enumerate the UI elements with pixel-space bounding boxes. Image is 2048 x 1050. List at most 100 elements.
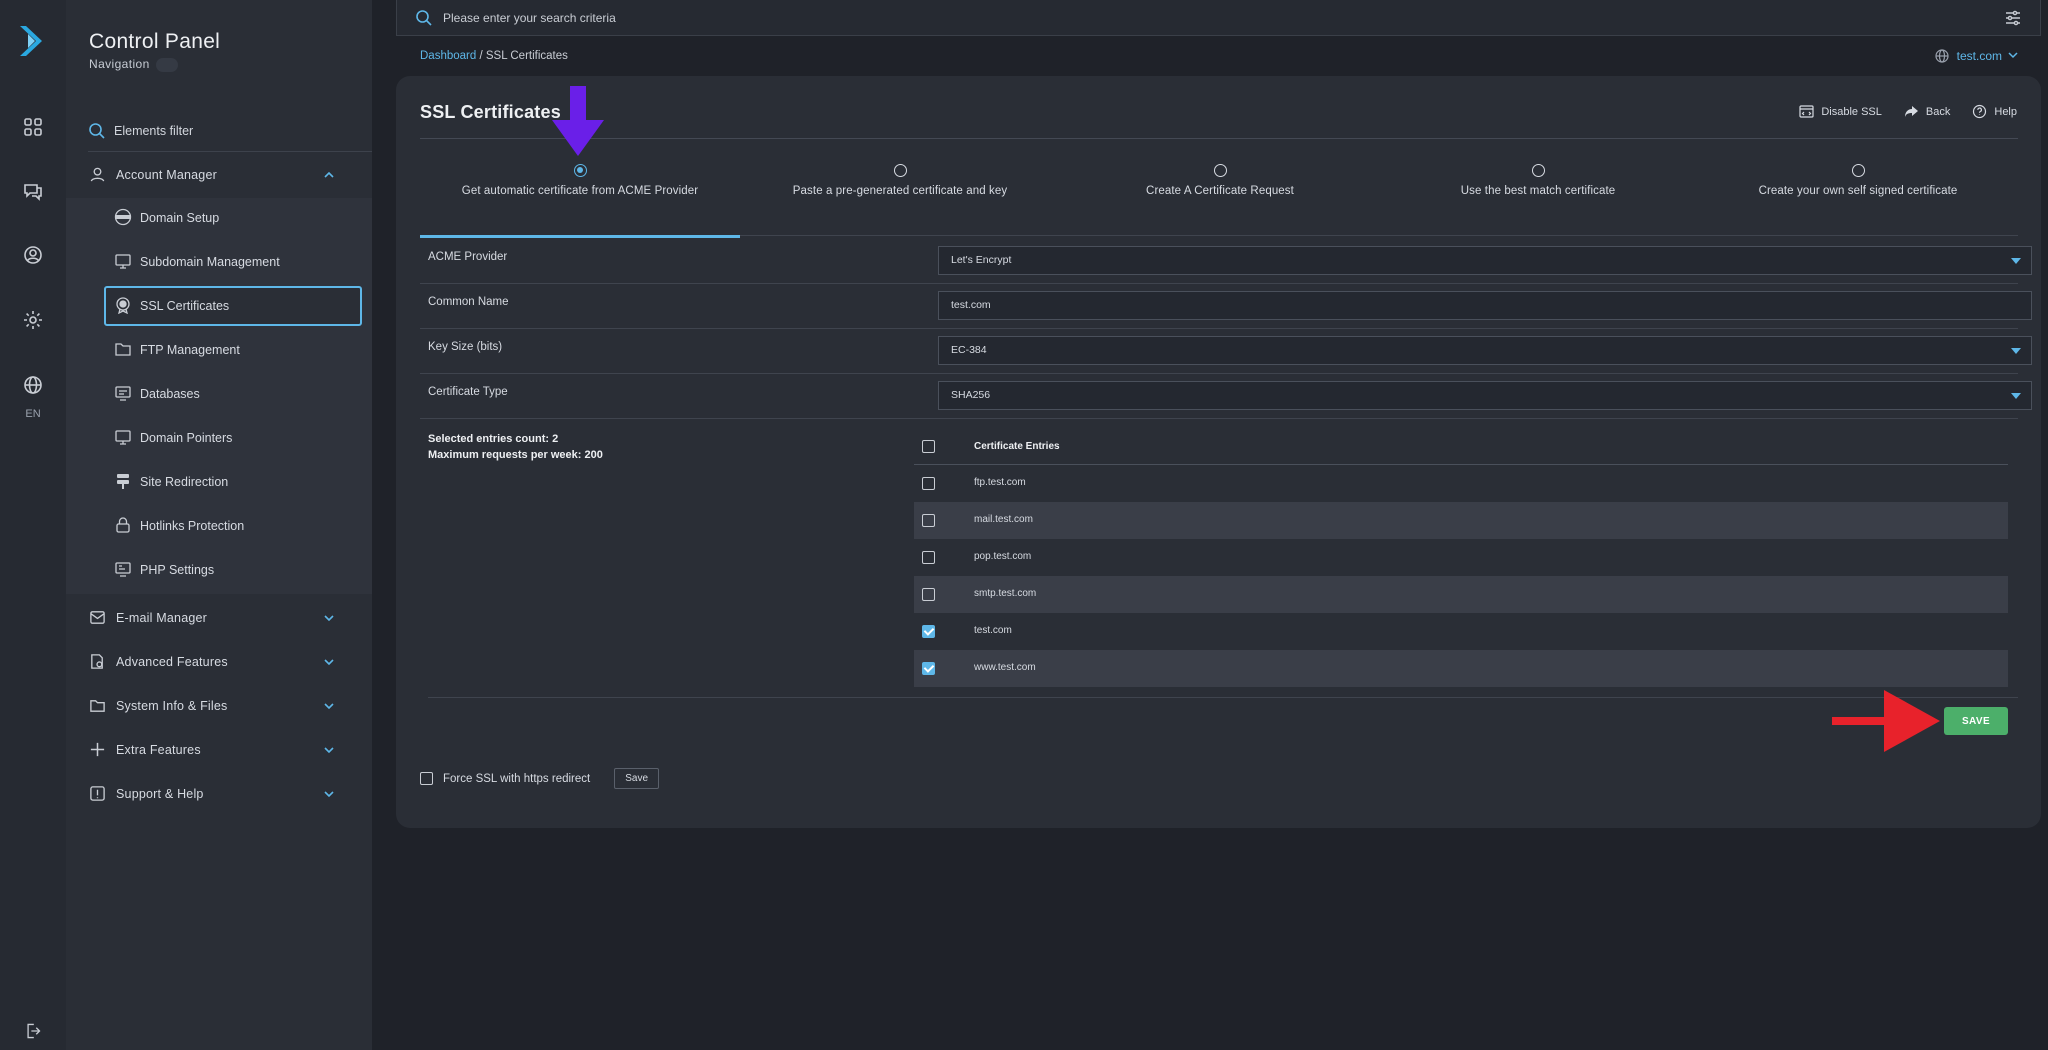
sidebar-item-site-redirection[interactable]: Site Redirection [104, 462, 362, 502]
sidebar-item-label: Subdomain Management [140, 255, 280, 269]
elements-filter[interactable]: Elements filter [88, 120, 372, 152]
tab-paste-certificate[interactable]: Paste a pre-generated certificate and ke… [740, 164, 1060, 236]
page-title: SSL Certificates [420, 102, 561, 122]
key-size-select[interactable]: EC-384 [938, 336, 2032, 365]
tab-label: Create A Certificate Request [1146, 185, 1294, 197]
globe-icon[interactable] [22, 374, 44, 396]
breadcrumb-current: SSL Certificates [485, 50, 568, 62]
logout-icon[interactable] [24, 1022, 42, 1040]
mail-icon [90, 611, 105, 624]
help-button[interactable]: Help [1972, 104, 2017, 119]
sidebar-item-ssl-certificates[interactable]: SSL Certificates [104, 286, 362, 326]
common-name-label: Common Name [428, 296, 509, 308]
sidebar-group-extra-features[interactable]: Extra Features [66, 728, 372, 772]
table-row: smtp.test.com [914, 576, 2008, 613]
navigation-pin-icon[interactable] [155, 57, 178, 72]
dropdown-caret-icon [2011, 258, 2021, 264]
disable-ssl-button[interactable]: Disable SSL [1799, 104, 1882, 119]
key-size-row: Key Size (bits) EC-384 [420, 329, 2032, 374]
sidebar-item-hotlinks-protection[interactable]: Hotlinks Protection [104, 506, 362, 546]
tab-radio[interactable] [1851, 164, 1865, 177]
entry-checkbox[interactable] [922, 551, 935, 564]
sidebar-group-support-help[interactable]: Support & Help [66, 772, 372, 816]
sidebar-item-databases[interactable]: Databases [104, 374, 362, 414]
back-button[interactable]: Back [1904, 104, 1950, 119]
www-globe-icon [114, 208, 132, 226]
certificate-type-row: Certificate Type SHA256 [420, 374, 2032, 419]
table-row: mail.test.com [914, 502, 2008, 539]
navigation-text: Navigation [89, 57, 150, 71]
filter-sliders-icon[interactable] [2004, 9, 2022, 27]
select-all-checkbox[interactable] [922, 440, 935, 453]
common-name-input[interactable]: test.com [938, 291, 2032, 320]
certificate-icon [116, 297, 130, 314]
document-gear-icon [91, 654, 103, 669]
sidebar-item-domain-setup[interactable]: Domain Setup [104, 198, 362, 238]
certificate-method-tabs: Get automatic certificate from ACME Prov… [420, 164, 2018, 238]
domain-selector[interactable]: test.com [1935, 49, 2018, 63]
save-button[interactable]: SAVE [1944, 707, 2008, 735]
key-size-value: EC-384 [951, 344, 987, 356]
icon-rail: EN [0, 0, 66, 1050]
entry-checkbox[interactable] [922, 514, 935, 527]
chevron-down-icon [2008, 52, 2018, 59]
sidebar-group-label: System Info & Files [116, 699, 228, 713]
sidebar-group-account-manager[interactable]: Account Manager [66, 153, 372, 197]
sidebar-item-subdomain-management[interactable]: Subdomain Management [104, 242, 362, 282]
sidebar-group-label: Extra Features [116, 743, 201, 757]
sidebar-group-label: Advanced Features [116, 655, 228, 669]
tab-radio[interactable] [1213, 164, 1227, 177]
force-ssl-save-button[interactable]: Save [614, 768, 660, 789]
tab-certificate-request[interactable]: Create A Certificate Request [1060, 164, 1380, 236]
tab-radio[interactable] [893, 164, 907, 177]
entry-checkbox[interactable] [922, 662, 935, 675]
tab-best-match[interactable]: Use the best match certificate [1378, 164, 1698, 236]
chevron-down-icon [324, 615, 334, 622]
breadcrumb-separator: / [476, 50, 486, 62]
acme-provider-row: ACME Provider Let's Encrypt [420, 239, 2032, 284]
sidebar-group-email-manager[interactable]: E-mail Manager [66, 596, 372, 640]
tab-radio[interactable] [1531, 164, 1545, 177]
acme-provider-select[interactable]: Let's Encrypt [938, 246, 2032, 275]
account-manager-submenu: Domain Setup Subdomain Management SSL Ce… [66, 198, 372, 594]
user-circle-icon[interactable] [22, 244, 44, 266]
apps-grid-icon[interactable] [22, 116, 44, 138]
back-arrow-icon [1904, 106, 1918, 117]
entries-divider [428, 697, 2018, 698]
back-label: Back [1925, 105, 1951, 118]
force-ssl-checkbox[interactable] [420, 772, 433, 785]
app-title: Control Panel [89, 30, 221, 53]
tab-acme-provider[interactable]: Get automatic certificate from ACME Prov… [420, 164, 740, 238]
php-monitor-icon [115, 562, 131, 577]
acme-provider-label: ACME Provider [428, 251, 508, 263]
lock-icon [116, 517, 130, 533]
dropdown-caret-icon [2011, 348, 2021, 354]
gear-icon[interactable] [22, 309, 44, 331]
sidebar-item-php-settings[interactable]: PHP Settings [104, 550, 362, 590]
entry-counts: Selected entries count: 2 Maximum reques… [428, 431, 603, 463]
tab-radio[interactable] [573, 164, 587, 177]
sidebar-group-system-info-files[interactable]: System Info & Files [66, 684, 372, 728]
entry-checkbox[interactable] [922, 625, 935, 638]
red-right-arrow-annotation [1832, 690, 1940, 752]
entry-checkbox[interactable] [922, 588, 935, 601]
entry-name: test.com [974, 625, 1012, 636]
breadcrumb-dashboard-link[interactable]: Dashboard [420, 50, 476, 62]
entry-checkbox[interactable] [922, 477, 935, 490]
breadcrumb: Dashboard / SSL Certificates [420, 50, 568, 62]
chat-icon[interactable] [22, 180, 44, 202]
tab-self-signed[interactable]: Create your own self signed certificate [1698, 164, 2018, 236]
language-label[interactable]: EN [0, 408, 66, 420]
sidebar-item-domain-pointers[interactable]: Domain Pointers [104, 418, 362, 458]
sidebar-item-ftp-management[interactable]: FTP Management [104, 330, 362, 370]
chevron-down-icon [324, 659, 334, 666]
table-row: www.test.com [914, 650, 2008, 687]
key-size-label: Key Size (bits) [428, 341, 503, 353]
database-monitor-icon [115, 386, 131, 401]
sidebar-item-label: SSL Certificates [140, 299, 230, 313]
logo-icon[interactable] [16, 24, 50, 58]
search-icon [416, 10, 432, 26]
sidebar-group-advanced-features[interactable]: Advanced Features [66, 640, 372, 684]
search-input[interactable] [443, 8, 1043, 28]
certificate-type-select[interactable]: SHA256 [938, 381, 2032, 410]
